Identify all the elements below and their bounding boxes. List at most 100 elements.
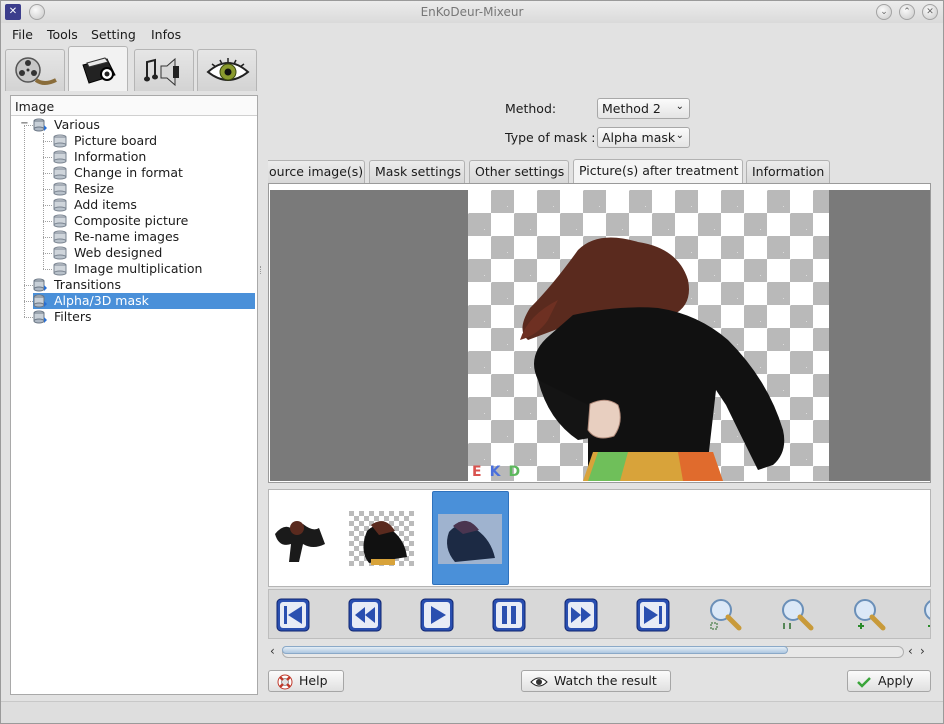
status-bar	[1, 701, 943, 723]
tree-item-label: Web designed	[74, 245, 163, 260]
scroll-prev-icon[interactable]: ‹	[908, 644, 913, 658]
scroll-thumb[interactable]	[282, 646, 788, 654]
database-icon	[53, 214, 67, 228]
pause-icon[interactable]	[492, 598, 526, 632]
tab-view[interactable]	[197, 49, 257, 91]
dancer-figure	[520, 237, 785, 481]
tree-guide	[43, 269, 52, 270]
tree-item-label: Resize	[74, 181, 115, 196]
lifebuoy-icon	[277, 674, 293, 689]
database-folder-icon	[33, 278, 47, 292]
ekd-watermark: EKD	[472, 464, 528, 480]
tree-item-alpha-3d-mask[interactable]: Alpha/3D mask	[33, 293, 255, 309]
tree-guide	[24, 317, 33, 318]
play-icon[interactable]	[420, 598, 454, 632]
fast-forward-icon[interactable]	[564, 598, 598, 632]
main-window: ✕ EnKoDeur-Mixeur ⌄ ⌃ ✕ File Tools Setti…	[0, 0, 944, 724]
preview-canvas: EKD	[270, 190, 930, 481]
watermark-letter-d: D	[508, 464, 529, 480]
tree-item-label: Various	[54, 117, 100, 132]
zoom-1to1-icon[interactable]	[779, 596, 815, 632]
thumbnail-1[interactable]	[269, 514, 330, 562]
mask-type-label: Type of mask :	[505, 130, 596, 145]
tree-item-label: Information	[74, 149, 147, 164]
database-folder-icon	[33, 294, 47, 308]
tree-guide	[43, 221, 52, 222]
menu-tools[interactable]: Tools	[47, 27, 78, 42]
menu-setting[interactable]: Setting	[91, 27, 136, 42]
thumbnail-image	[438, 514, 502, 564]
skip-to-start-icon[interactable]	[276, 598, 310, 632]
checkmark-icon	[857, 676, 871, 688]
tree-guide	[43, 237, 52, 238]
tab-other-settings[interactable]: Other settings	[469, 160, 569, 183]
database-icon	[53, 230, 67, 244]
tree-guide	[43, 205, 52, 206]
tab-information[interactable]: Information	[746, 160, 830, 183]
chevron-down-icon: ⌄	[675, 101, 684, 112]
thumbnail-3-selected[interactable]	[432, 491, 509, 585]
method-label: Method:	[505, 101, 557, 116]
tree-guide	[43, 141, 52, 142]
watch-result-label: Watch the result	[554, 673, 657, 688]
minimize-button[interactable]: ⌄	[876, 4, 892, 20]
database-icon	[53, 182, 67, 196]
database-icon	[53, 166, 67, 180]
method-select[interactable]: Method 2 ⌄	[597, 98, 690, 119]
camera-icon	[82, 57, 116, 84]
tree-item-label: Change in format	[74, 165, 183, 180]
tree-item-label: Filters	[54, 309, 92, 324]
scroll-next-icon[interactable]: ›	[920, 644, 925, 658]
tree-item-label: Alpha/3D mask	[54, 293, 149, 308]
tree-item-label: Composite picture	[74, 213, 189, 228]
apply-button[interactable]: Apply	[847, 670, 931, 692]
zoom-fit-icon[interactable]	[707, 596, 743, 632]
tree-guide	[43, 253, 52, 254]
zoom-out-icon[interactable]	[921, 596, 931, 632]
tree-item-label: Picture board	[74, 133, 158, 148]
database-folder-icon	[33, 118, 47, 132]
scroll-left-icon[interactable]: ‹	[270, 644, 275, 658]
watermark-letter-e: E	[472, 464, 490, 480]
tab-audio[interactable]	[134, 49, 194, 91]
watch-result-button[interactable]: Watch the result	[521, 670, 671, 692]
tab-video[interactable]	[5, 49, 65, 91]
playback-toolbar	[268, 589, 931, 639]
tree-panel: Image Various − Picture board Information Ch…	[10, 95, 258, 695]
menu-bar: File Tools Setting Infos	[1, 23, 943, 45]
tree-guide	[24, 301, 33, 302]
tab-pictures-after-treatment[interactable]: Picture(s) after treatment	[573, 159, 743, 183]
watermark-letter-k: K	[489, 464, 509, 480]
close-button[interactable]: ✕	[922, 4, 938, 20]
skip-to-end-icon[interactable]	[636, 598, 670, 632]
tab-mask-settings[interactable]: Mask settings	[369, 160, 465, 183]
tab-source-images[interactable]: ource image(s)	[268, 160, 365, 183]
horizontal-scrollbar[interactable]: ‹ ‹ ›	[268, 644, 931, 661]
database-icon	[53, 262, 67, 276]
zoom-in-icon[interactable]	[851, 596, 887, 632]
menu-file[interactable]: File	[12, 27, 33, 42]
rewind-icon[interactable]	[348, 598, 382, 632]
database-icon	[53, 150, 67, 164]
sub-tab-bar: ource image(s) Mask settings Other setti…	[268, 159, 931, 183]
tree-item-label: Image multiplication	[74, 261, 203, 276]
database-icon	[53, 246, 67, 260]
thumbnail-image	[349, 511, 414, 566]
music-speaker-icon	[144, 57, 179, 87]
tree-item-label: Transitions	[54, 277, 121, 292]
menu-infos[interactable]: Infos	[151, 27, 181, 42]
help-button[interactable]: Help	[268, 670, 344, 692]
database-folder-icon	[33, 310, 47, 324]
maximize-button[interactable]: ⌃	[899, 4, 915, 20]
thumbnail-2[interactable]	[349, 511, 414, 566]
eye-icon	[206, 58, 250, 81]
tab-image[interactable]	[68, 46, 128, 91]
tree-guide	[43, 189, 52, 190]
method-select-value: Method 2	[602, 101, 661, 116]
tree-guide	[24, 285, 33, 286]
preview-image[interactable]: EKD	[468, 190, 829, 481]
mask-type-select[interactable]: Alpha mask ⌄	[597, 127, 690, 148]
splitter-handle[interactable]	[260, 266, 263, 274]
collapse-icon[interactable]: −	[20, 119, 29, 129]
tree-item-label: Re-name images	[74, 229, 180, 244]
